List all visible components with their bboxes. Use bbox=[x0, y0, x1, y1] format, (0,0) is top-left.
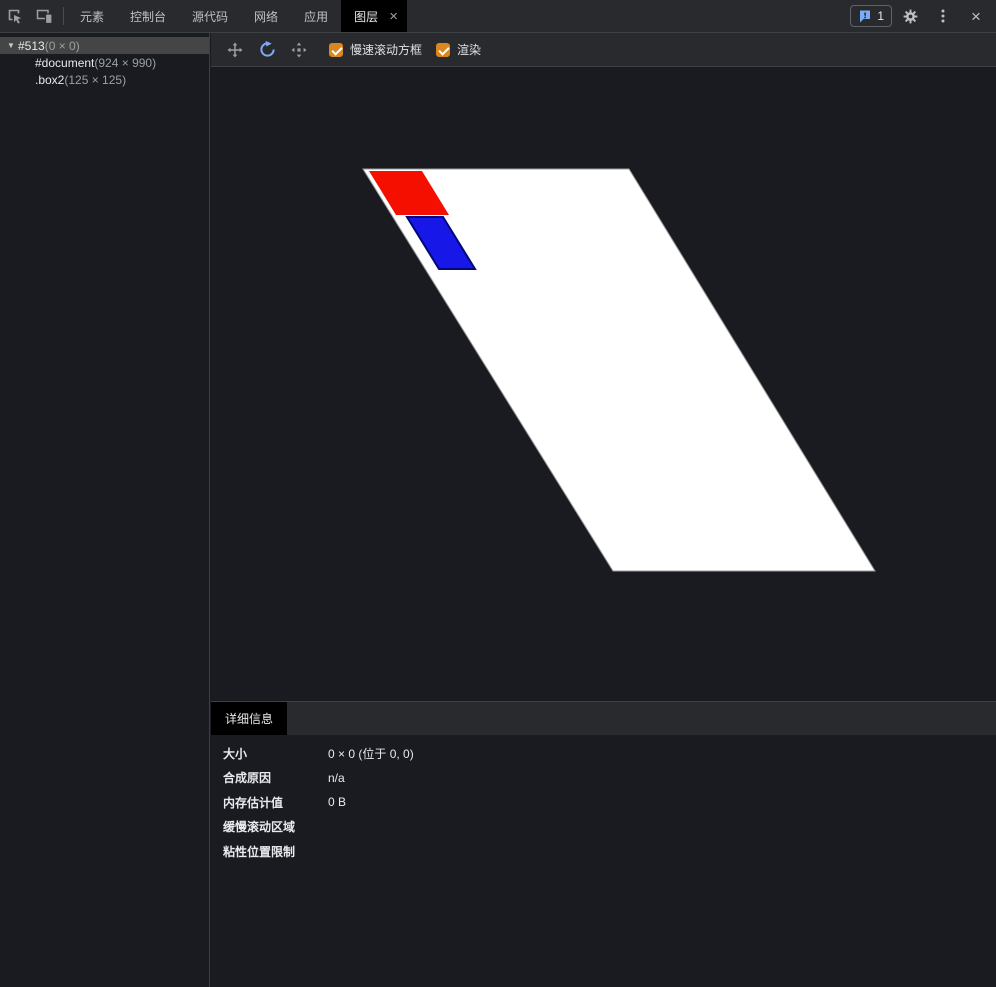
layers-view-toolbar: 慢速滚动方框 渲染 bbox=[211, 33, 996, 67]
tab-elements[interactable]: 元素 bbox=[67, 0, 117, 32]
details-tabbar: 详细信息 bbox=[211, 701, 996, 735]
settings-button[interactable] bbox=[895, 2, 925, 30]
expander-arrow-icon[interactable]: ▼ bbox=[4, 41, 18, 50]
layer-name: #document bbox=[35, 56, 94, 70]
details-content: 大小 0 × 0 (位于 0, 0) 合成原因 n/a 内存估计值 0 B 缓慢… bbox=[211, 735, 996, 987]
toolbar-right-controls: 1 × bbox=[850, 2, 996, 30]
layer-name: #513 bbox=[18, 39, 45, 53]
detail-row-size: 大小 0 × 0 (位于 0, 0) bbox=[223, 741, 984, 766]
layer-size: (125 × 125) bbox=[64, 73, 126, 87]
move-icon bbox=[291, 42, 307, 58]
tab-layers-label: 图层 bbox=[354, 8, 378, 25]
layers-tree-sidebar: ▼ #513 (0 × 0) #document (924 × 990) .bo… bbox=[0, 33, 210, 987]
tree-row-document[interactable]: #document (924 × 990) bbox=[0, 54, 209, 71]
detail-label: 大小 bbox=[223, 745, 328, 762]
detail-value: 0 B bbox=[328, 795, 346, 809]
more-options-button[interactable] bbox=[928, 2, 958, 30]
move-mode-button[interactable] bbox=[283, 36, 315, 64]
tab-application[interactable]: 应用 bbox=[291, 0, 341, 32]
device-toolbar-icon bbox=[36, 7, 54, 25]
device-toolbar-button[interactable] bbox=[30, 2, 60, 30]
tab-network[interactable]: 网络 bbox=[241, 0, 291, 32]
panel-tabs: 元素 控制台 源代码 网络 应用 图层 × bbox=[67, 0, 407, 32]
devtools-toolbar: 元素 控制台 源代码 网络 应用 图层 × 1 bbox=[0, 0, 996, 33]
detail-row-compositing-reason: 合成原因 n/a bbox=[223, 766, 984, 791]
detail-value: n/a bbox=[328, 771, 345, 785]
close-icon: × bbox=[971, 8, 981, 25]
layers-panel: 慢速滚动方框 渲染 详细信息 大小 0 × 0 (位于 0, 0) 合成原因 n… bbox=[211, 33, 996, 987]
pan-icon bbox=[227, 42, 243, 58]
checkbox-icon bbox=[329, 43, 343, 57]
inspect-element-button[interactable] bbox=[0, 2, 30, 30]
issues-count: 1 bbox=[877, 9, 884, 23]
layer-size: (924 × 990) bbox=[94, 56, 156, 70]
tree-row-box2[interactable]: .box2 (125 × 125) bbox=[0, 71, 209, 88]
slow-scroll-rects-label: 慢速滚动方框 bbox=[350, 41, 422, 58]
paints-checkbox[interactable]: 渲染 bbox=[436, 41, 481, 58]
detail-row-memory-estimate: 内存估计值 0 B bbox=[223, 790, 984, 815]
tab-console[interactable]: 控制台 bbox=[117, 0, 179, 32]
tab-layers[interactable]: 图层 × bbox=[341, 0, 407, 32]
tree-row-513[interactable]: ▼ #513 (0 × 0) bbox=[0, 37, 209, 54]
rotate-mode-button[interactable] bbox=[251, 36, 283, 64]
close-devtools-button[interactable]: × bbox=[961, 2, 991, 30]
paints-label: 渲染 bbox=[457, 41, 481, 58]
layer-size: (0 × 0) bbox=[45, 39, 80, 53]
issues-flag-icon bbox=[858, 9, 872, 23]
detail-label: 缓慢滚动区域 bbox=[223, 818, 328, 835]
layers-3d-canvas[interactable] bbox=[211, 67, 996, 701]
layer-name: .box2 bbox=[35, 73, 64, 87]
detail-label: 合成原因 bbox=[223, 769, 328, 786]
tab-sources[interactable]: 源代码 bbox=[179, 0, 241, 32]
gear-icon bbox=[902, 8, 919, 25]
toolbar-separator bbox=[63, 7, 64, 25]
rotate-3d-icon bbox=[258, 40, 277, 59]
tab-close-icon[interactable]: × bbox=[385, 8, 402, 25]
detail-label: 粘性位置限制 bbox=[223, 843, 328, 860]
three-dots-icon bbox=[935, 8, 951, 24]
issues-button[interactable]: 1 bbox=[850, 5, 892, 27]
detail-row-slow-scroll-region: 缓慢滚动区域 bbox=[223, 815, 984, 840]
detail-row-sticky-position-constraint: 粘性位置限制 bbox=[223, 839, 984, 864]
layers-canvas-svg bbox=[211, 67, 996, 701]
inspect-cursor-icon bbox=[6, 7, 24, 25]
detail-value: 0 × 0 (位于 0, 0) bbox=[328, 745, 414, 762]
slow-scroll-rects-checkbox[interactable]: 慢速滚动方框 bbox=[329, 41, 422, 58]
checkbox-icon bbox=[436, 43, 450, 57]
tab-details[interactable]: 详细信息 bbox=[211, 702, 287, 735]
pan-mode-button[interactable] bbox=[219, 36, 251, 64]
detail-label: 内存估计值 bbox=[223, 794, 328, 811]
